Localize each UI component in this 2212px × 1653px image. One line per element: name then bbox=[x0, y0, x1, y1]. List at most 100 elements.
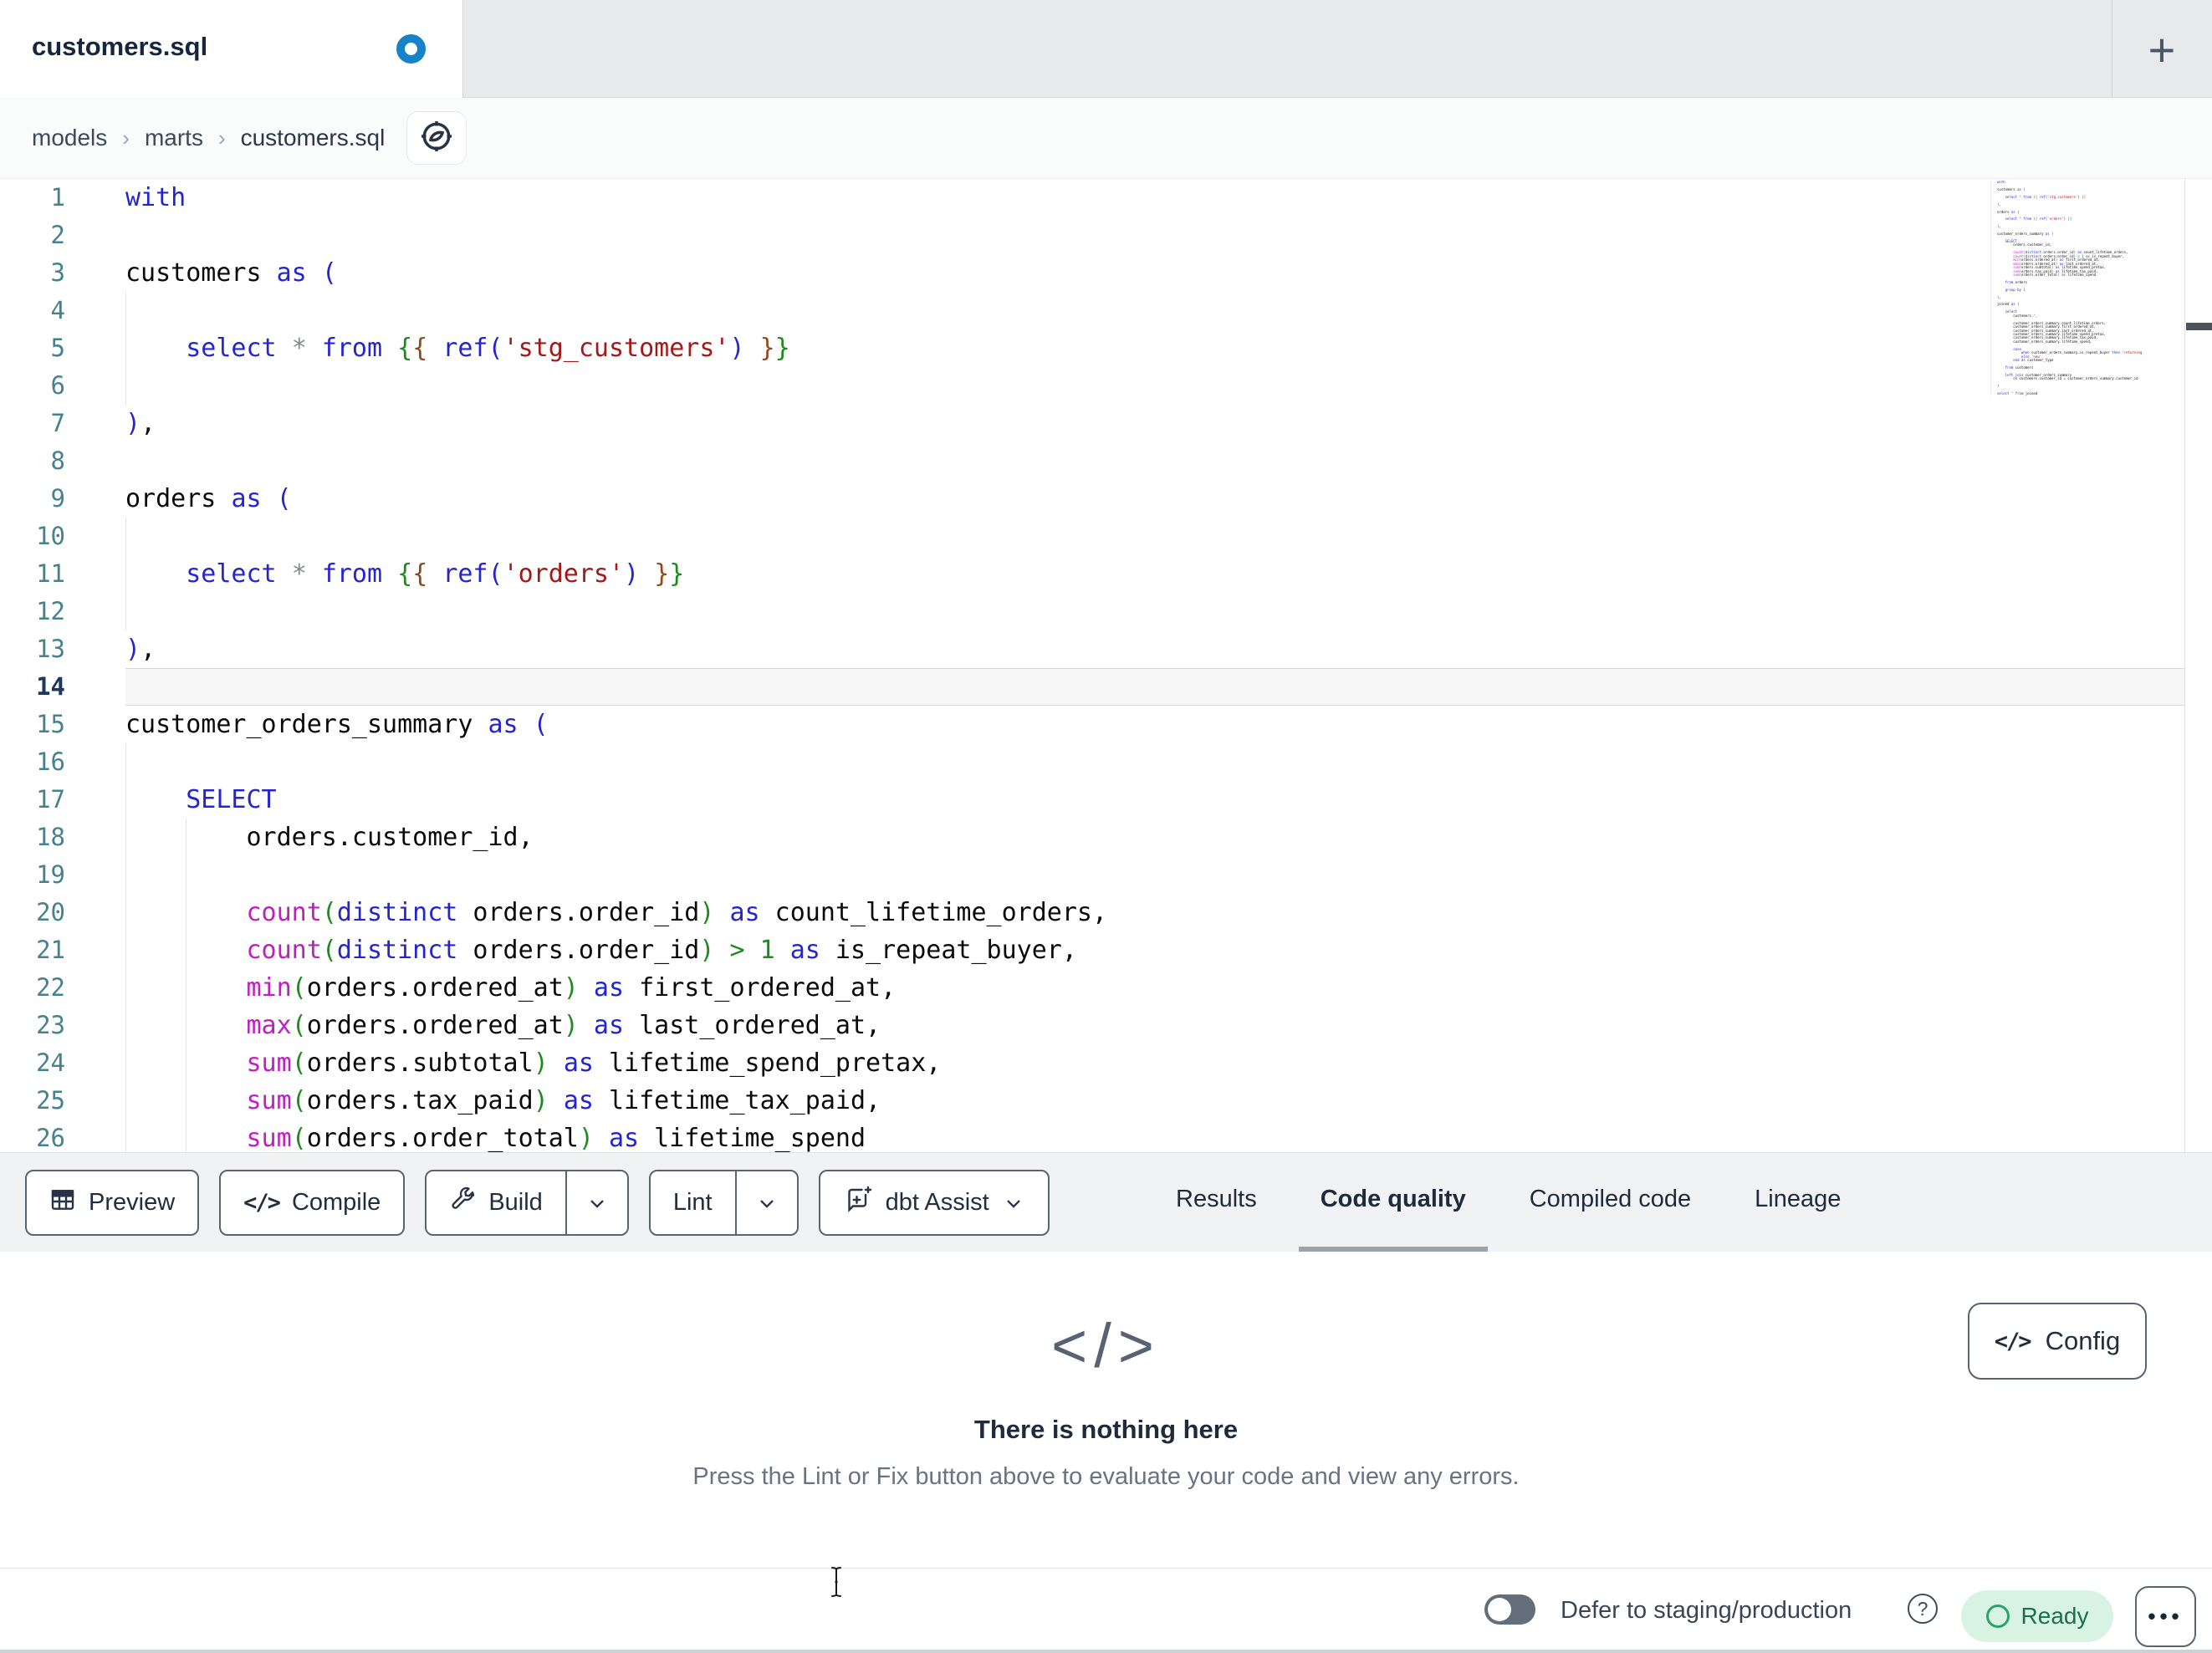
line-number: 12 bbox=[36, 597, 65, 625]
code-line[interactable]: 14 bbox=[0, 668, 2184, 706]
code-line[interactable]: 9 orders as ( bbox=[0, 480, 2184, 518]
code-line[interactable]: 5 select * from {{ ref('stg_customers') … bbox=[0, 329, 2184, 367]
results-panel: </> There is nothing here Press the Lint… bbox=[0, 1252, 2212, 1568]
build-button[interactable]: Build bbox=[425, 1170, 629, 1236]
preview-button[interactable]: Preview bbox=[25, 1170, 200, 1236]
line-number: 18 bbox=[36, 823, 65, 851]
line-number: 24 bbox=[36, 1048, 65, 1077]
code-line[interactable]: 2 bbox=[0, 217, 2184, 254]
panel-tab-compiled-code[interactable]: Compiled code bbox=[1508, 1153, 1713, 1253]
build-label: Build bbox=[488, 1189, 543, 1216]
code-line[interactable]: 1 with bbox=[0, 179, 2184, 217]
panel-tab-code-quality[interactable]: Code quality bbox=[1298, 1153, 1488, 1253]
code-line[interactable]: 25 sum(orders.tax_paid) as lifetime_tax_… bbox=[0, 1082, 2184, 1120]
line-number: 15 bbox=[36, 710, 65, 738]
chevron-down-icon bbox=[1006, 1199, 1020, 1208]
line-number: 16 bbox=[36, 747, 65, 776]
defer-toggle[interactable] bbox=[1484, 1594, 1535, 1625]
breadcrumb-separator-icon: › bbox=[122, 125, 130, 151]
code-line[interactable]: 11 select * from {{ ref('orders') }} bbox=[0, 555, 2184, 593]
code-line[interactable]: 16 bbox=[0, 743, 2184, 781]
tab-customers-sql[interactable]: customers.sql bbox=[0, 0, 463, 98]
status-bar: Defer to staging/production ? Ready ••• bbox=[0, 1567, 2212, 1653]
line-number: 11 bbox=[36, 559, 65, 588]
code-line[interactable]: 19 bbox=[0, 856, 2184, 894]
dbt-assist-button[interactable]: dbt Assist bbox=[818, 1170, 1050, 1236]
line-number: 23 bbox=[36, 1011, 65, 1039]
unsaved-indicator-dot bbox=[396, 34, 426, 64]
code-brackets-icon: </> bbox=[1994, 1328, 2032, 1355]
line-number: 3 bbox=[50, 258, 65, 287]
code-line[interactable]: 24 sum(orders.subtotal) as lifetime_spen… bbox=[0, 1044, 2184, 1082]
code-brackets-icon: </> bbox=[1051, 1311, 1161, 1380]
tab-title: customers.sql bbox=[32, 32, 208, 61]
code-line[interactable]: 22 min(orders.ordered_at) as first_order… bbox=[0, 969, 2184, 1007]
code-line[interactable]: 23 max(orders.ordered_at) as last_ordere… bbox=[0, 1007, 2184, 1044]
code-line[interactable]: 13), bbox=[0, 630, 2184, 668]
line-number: 2 bbox=[50, 221, 65, 249]
preview-label: Preview bbox=[89, 1189, 176, 1216]
breadcrumb-separator-icon: › bbox=[217, 125, 226, 151]
code-line[interactable]: 10 bbox=[0, 518, 2184, 555]
lint-button[interactable]: Lint bbox=[648, 1170, 799, 1236]
code-line[interactable]: 15 customer_orders_summary as ( bbox=[0, 706, 2184, 743]
code-line[interactable]: 20 count(distinct orders.order_id) as co… bbox=[0, 894, 2184, 931]
toggle-knob bbox=[1488, 1598, 1511, 1621]
code-line[interactable]: 18 orders.customer_id, bbox=[0, 819, 2184, 856]
line-number: 14 bbox=[36, 672, 65, 701]
code-line[interactable]: 6 bbox=[0, 367, 2184, 405]
code-line[interactable]: 4 bbox=[0, 292, 2184, 329]
breadcrumb-marts: marts bbox=[144, 125, 203, 151]
line-number: 13 bbox=[36, 635, 65, 663]
code-line[interactable]: 17 SELECT bbox=[0, 781, 2184, 819]
code-line[interactable]: 8 bbox=[0, 442, 2184, 480]
compile-button[interactable]: </> Compile bbox=[219, 1170, 406, 1236]
config-button[interactable]: </> Config bbox=[1968, 1303, 2147, 1380]
panel-tab-bar: Results Code quality Compiled code Lineage bbox=[1154, 1153, 1862, 1253]
line-number: 5 bbox=[50, 334, 65, 362]
lint-dropdown-button[interactable] bbox=[734, 1171, 797, 1234]
panel-tab-results[interactable]: Results bbox=[1154, 1153, 1279, 1253]
code-line[interactable]: 7), bbox=[0, 405, 2184, 442]
breadcrumb-models: models bbox=[32, 125, 108, 151]
line-number: 10 bbox=[36, 522, 65, 550]
breadcrumb-row: models › marts › customers.sql Save bbox=[0, 98, 2212, 268]
line-number: 17 bbox=[36, 785, 65, 814]
line-number: 21 bbox=[36, 936, 65, 964]
build-dropdown-button[interactable] bbox=[564, 1171, 627, 1234]
code-line[interactable]: 12 bbox=[0, 593, 2184, 630]
compass-icon bbox=[418, 118, 455, 159]
ready-status-badge[interactable]: Ready bbox=[1961, 1590, 2113, 1642]
code-line[interactable]: 26 sum(orders.order_total) as lifetime_s… bbox=[0, 1120, 2184, 1152]
config-label: Config bbox=[2045, 1326, 2121, 1355]
status-circle-icon bbox=[1985, 1605, 2010, 1628]
editor-scrollbar-thumb[interactable] bbox=[2186, 323, 2212, 330]
chevron-down-icon bbox=[590, 1199, 604, 1208]
code-brackets-icon: </> bbox=[243, 1190, 281, 1216]
new-tab-button[interactable]: + bbox=[2131, 18, 2193, 80]
code-lines: 1 with 2 3 customers as (4 5 select * from {{… bbox=[0, 179, 2184, 1152]
line-number: 22 bbox=[36, 973, 65, 1002]
panel-tab-lineage[interactable]: Lineage bbox=[1733, 1153, 1862, 1253]
code-editor[interactable]: 1 with 2 3 customers as (4 5 select * from {{… bbox=[0, 179, 2184, 1152]
chevron-down-icon bbox=[759, 1199, 774, 1208]
breadcrumb: models › marts › customers.sql bbox=[32, 98, 385, 178]
code-line[interactable]: 21 count(distinct orders.order_id) > 1 a… bbox=[0, 931, 2184, 969]
bottom-panel-strip: Preview </> Compile Build Lint dbt Assis… bbox=[0, 1152, 2212, 1253]
line-number: 6 bbox=[50, 371, 65, 400]
lineage-compass-button[interactable] bbox=[406, 111, 467, 165]
code-line[interactable]: 3 customers as ( bbox=[0, 254, 2184, 292]
table-grid-icon bbox=[49, 1186, 76, 1220]
lint-label: Lint bbox=[672, 1189, 713, 1216]
editor-toolbar: Preview </> Compile Build Lint dbt Assis… bbox=[25, 1170, 1050, 1236]
compile-label: Compile bbox=[291, 1189, 381, 1216]
line-number: 7 bbox=[50, 409, 65, 437]
chat-sparkle-icon bbox=[843, 1185, 873, 1222]
line-number: 19 bbox=[36, 860, 65, 889]
more-options-button[interactable]: ••• bbox=[2135, 1586, 2196, 1647]
editor-scrollbar-track[interactable] bbox=[2184, 179, 2212, 1152]
defer-label: Defer to staging/production bbox=[1561, 1597, 1852, 1624]
empty-state-title: There is nothing here bbox=[973, 1415, 1239, 1444]
help-icon[interactable]: ? bbox=[1908, 1594, 1938, 1624]
line-number: 1 bbox=[50, 183, 65, 212]
